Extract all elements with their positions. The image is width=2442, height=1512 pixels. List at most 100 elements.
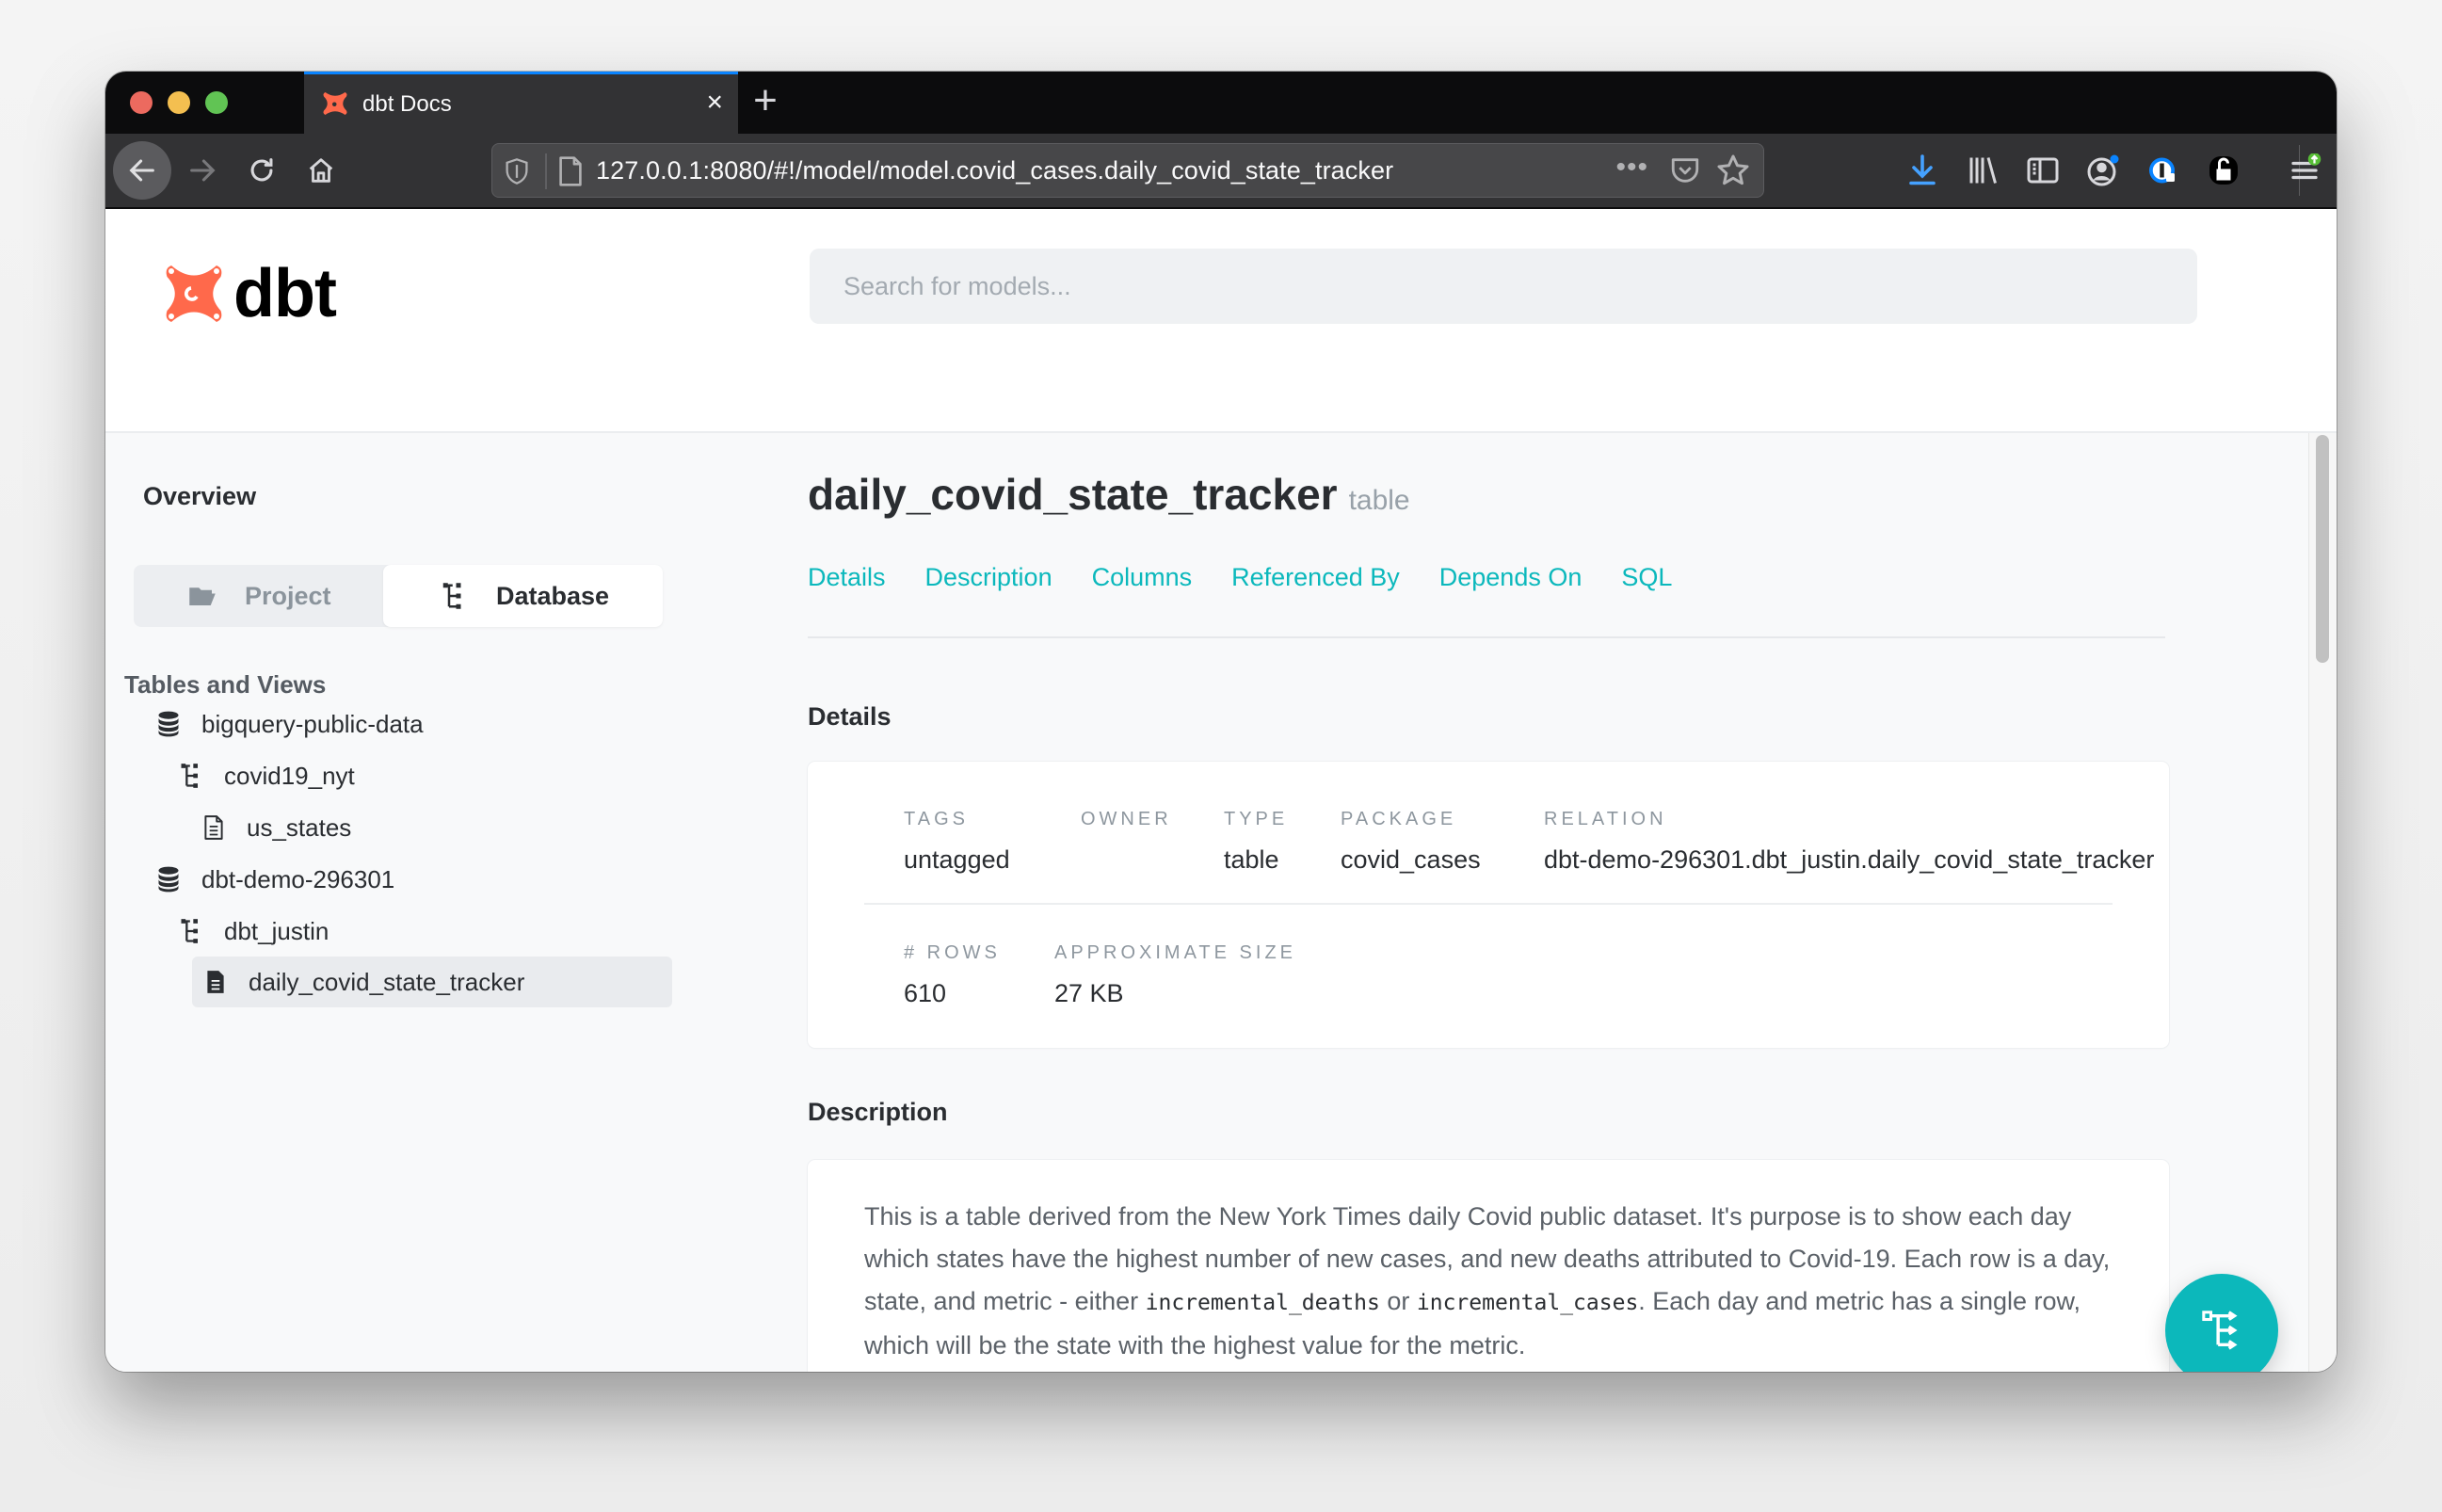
new-tab-button[interactable]: + (742, 79, 789, 126)
lineage-graph-icon (2202, 1311, 2238, 1350)
details-heading: Details (808, 702, 892, 731)
description-text: This is a table derived from the New Yor… (864, 1196, 2116, 1367)
app-header: dbt (105, 209, 2337, 433)
browser-tab-active[interactable]: dbt Docs × (304, 72, 738, 134)
description-heading: Description (808, 1098, 948, 1126)
tree-item-label: dbt-demo-296301 (201, 864, 395, 893)
model-section-tabs: Details Description Columns Referenced B… (808, 563, 1711, 592)
detail-value: covid_cases (1341, 845, 1481, 874)
lock-extension-button[interactable] (2205, 151, 2242, 190)
reload-button[interactable] (233, 141, 291, 200)
detail-owner: Owner (1081, 809, 1224, 876)
detail-relation: Relation dbt-demo-296301.dbt_justin.dail… (1544, 809, 2154, 876)
detail-tags: Tags untagged (904, 809, 1081, 876)
details-card: Tags untagged Owner Type table Package c… (808, 762, 2169, 1048)
details-row-stats: # Rows 610 Approximate Size 27 KB (904, 942, 1296, 1009)
tab-depends-on[interactable]: Depends On (1439, 563, 1582, 592)
lock-extension-icon (2209, 156, 2238, 185)
details-row-primary: Tags untagged Owner Type table Package c… (904, 809, 2154, 876)
tab-description[interactable]: Description (925, 563, 1052, 592)
tree-item-label: dbt_justin (224, 916, 329, 945)
schema-tree-icon (181, 919, 198, 943)
page-info-icon[interactable] (558, 155, 583, 187)
maximize-window-button[interactable] (205, 91, 228, 114)
model-main-content: daily_covid_state_tracker table Details … (808, 433, 2276, 1372)
detail-value: 27 KB (1054, 979, 1124, 1007)
tracking-protection-icon[interactable] (504, 157, 530, 185)
downloads-button[interactable] (1904, 151, 1941, 190)
arrow-right-icon (190, 159, 216, 182)
sidebar-toggle-button[interactable] (2024, 151, 2062, 190)
tab-referenced-by[interactable]: Referenced By (1231, 563, 1400, 592)
bookmark-star-icon[interactable] (1716, 153, 1750, 187)
tab-details[interactable]: Details (808, 563, 886, 592)
code-incremental-deaths: incremental_deaths (1145, 1291, 1380, 1315)
database-icon (158, 711, 179, 737)
folder-open-icon (189, 587, 216, 605)
tab-columns[interactable]: Columns (1092, 563, 1193, 592)
tree-item-database[interactable]: dbt-demo-296301 (156, 854, 394, 905)
home-button[interactable] (292, 141, 350, 200)
search-input[interactable] (810, 249, 2197, 324)
detail-value: dbt-demo-296301.dbt_justin.daily_covid_s… (1544, 845, 2155, 874)
detail-approximate-size: Approximate Size 27 KB (1054, 942, 1296, 1009)
tree-item-schema[interactable]: dbt_justin (179, 906, 329, 957)
sidebar: Overview Project Database Tables and Vie… (105, 433, 802, 1372)
menu-icon (2291, 153, 2322, 180)
dbt-docs-page: dbt Overview Project Database Tables and… (105, 209, 2337, 1372)
model-title-row: daily_covid_state_tracker table (808, 469, 1410, 520)
dbt-logo[interactable]: dbt (160, 256, 337, 331)
password-manager-button[interactable] (2145, 151, 2182, 190)
tab-sql[interactable]: SQL (1621, 563, 1672, 592)
detail-rows: # Rows 610 (904, 942, 1054, 1009)
switch-project-label: Project (245, 581, 331, 610)
page-actions-icon[interactable]: ••• (1615, 152, 1648, 184)
urlbar-separator (545, 153, 547, 189)
detail-value: 610 (904, 979, 947, 1007)
detail-label: Relation (1544, 809, 1667, 829)
detail-label: # Rows (904, 942, 1001, 963)
tables-and-views-heading: Tables and Views (124, 670, 327, 699)
app-menu-button[interactable] (2286, 151, 2323, 190)
close-window-button[interactable] (130, 91, 153, 114)
library-button[interactable] (1964, 151, 2001, 190)
project-database-switch: Project Database (134, 565, 663, 627)
switch-project-button[interactable]: Project (134, 565, 383, 627)
sidebar-icon (2027, 157, 2059, 184)
tree-item-table-active[interactable]: daily_covid_state_tracker (192, 957, 672, 1007)
home-icon (309, 158, 333, 183)
detail-label: Tags (904, 809, 969, 829)
tabs-divider (808, 636, 2165, 638)
account-button[interactable] (2084, 151, 2122, 190)
download-icon (1909, 154, 1936, 185)
account-icon (2087, 154, 2119, 186)
minimize-window-button[interactable] (168, 91, 190, 114)
tree-item-table[interactable]: us_states (201, 802, 351, 853)
password-manager-icon (2149, 157, 2175, 184)
detail-label: Package (1341, 809, 1457, 829)
back-button[interactable] (113, 141, 171, 200)
detail-label: Type (1224, 809, 1289, 829)
description-card: This is a table derived from the New Yor… (808, 1160, 2169, 1372)
model-name: daily_covid_state_tracker (808, 470, 1338, 519)
detail-label: Approximate Size (1054, 942, 1296, 963)
url-text[interactable]: 127.0.0.1:8080/#!/model/model.covid_case… (596, 156, 1393, 185)
tree-item-database[interactable]: bigquery-public-data (156, 699, 424, 749)
page-scrollbar[interactable] (2308, 433, 2337, 1372)
dbt-logo-icon (166, 265, 222, 322)
close-tab-icon[interactable]: × (706, 86, 723, 120)
detail-type: Type table (1224, 809, 1341, 876)
pocket-icon[interactable] (1669, 153, 1701, 187)
tree-item-schema[interactable]: covid19_nyt (179, 750, 355, 801)
scrollbar-thumb[interactable] (2316, 435, 2329, 663)
address-bar[interactable]: 127.0.0.1:8080/#!/model/model.covid_case… (491, 143, 1764, 198)
switch-database-button[interactable]: Database (383, 565, 663, 627)
detail-value (1081, 845, 1224, 876)
forward-button[interactable] (173, 141, 232, 200)
tree-item-label: us_states (247, 812, 352, 842)
sidebar-overview-link[interactable]: Overview (143, 482, 256, 511)
database-icon (158, 866, 179, 893)
detail-value: table (1224, 845, 1279, 874)
schema-tree-icon (442, 583, 461, 609)
switch-database-label: Database (496, 581, 610, 610)
